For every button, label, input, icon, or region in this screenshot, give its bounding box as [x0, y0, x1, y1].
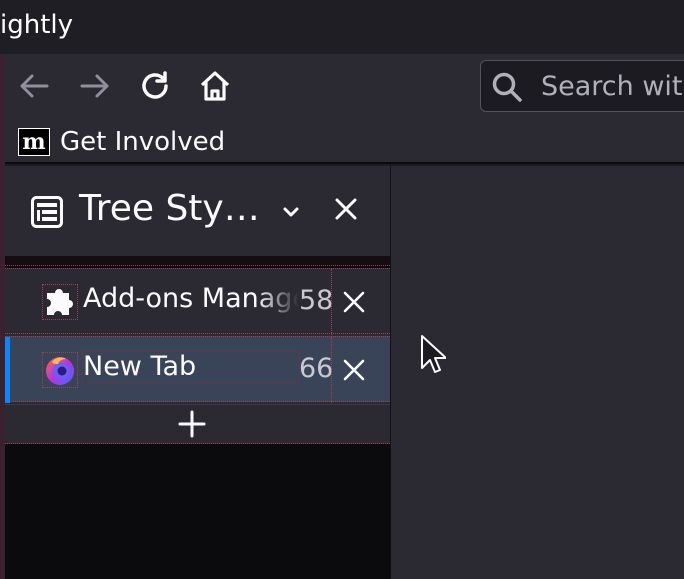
mozilla-m-icon: m [18, 128, 50, 156]
navigation-toolbar: Search wit [0, 54, 684, 120]
tab-divider [331, 269, 332, 335]
search-input[interactable]: Search wit [480, 60, 684, 112]
bookmarks-toolbar: m Get Involved [0, 120, 684, 164]
home-button[interactable] [195, 66, 235, 106]
window-titlebar: ightly [0, 0, 684, 54]
close-tab-icon[interactable] [341, 289, 367, 315]
forward-arrow-icon [80, 74, 109, 98]
search-placeholder: Search wit [541, 71, 683, 102]
window-title: ightly [0, 10, 74, 40]
tab-tree: Add-ons Manager 58 New Tab 66 [5, 268, 390, 444]
bookmark-label: Get Involved [60, 127, 226, 157]
firefox-logo-icon [42, 352, 78, 388]
close-sidebar-icon[interactable] [331, 194, 361, 224]
close-tab-icon[interactable] [341, 357, 367, 383]
back-arrow-icon [20, 74, 49, 98]
tab-label: Add-ons Manager [82, 282, 300, 315]
tab-divider [331, 337, 332, 403]
search-icon [492, 72, 522, 102]
tree-style-tab-icon [31, 196, 63, 228]
forward-button[interactable] [75, 66, 115, 106]
chevron-down-icon[interactable] [277, 198, 305, 226]
tree-style-tab-sidebar: Tree Sty… Add-ons Manager 58 New Tab 66 [5, 166, 390, 579]
tab-descendant-count: 58 [299, 285, 334, 316]
home-icon [200, 71, 230, 101]
sidebar-splitter[interactable] [390, 166, 400, 579]
sidebar-scroll-edge [5, 256, 390, 266]
sidebar-title: Tree Sty… [79, 188, 260, 229]
back-button[interactable] [14, 66, 54, 106]
tab-new-tab[interactable]: New Tab 66 [5, 336, 390, 403]
tab-descendant-count: 66 [299, 353, 334, 384]
mouse-cursor-icon [421, 335, 446, 373]
active-tab-indicator [5, 337, 10, 403]
plus-icon[interactable] [177, 409, 207, 439]
tab-label: New Tab [82, 350, 300, 383]
reload-icon [142, 71, 168, 99]
reload-button[interactable] [135, 66, 175, 106]
new-tab-row [5, 404, 390, 444]
sidebar-header: Tree Sty… [5, 166, 390, 256]
puzzle-piece-icon [42, 284, 78, 320]
tab-addons-manager[interactable]: Add-ons Manager 58 [5, 268, 390, 335]
bookmark-get-involved[interactable]: m Get Involved [18, 124, 225, 160]
